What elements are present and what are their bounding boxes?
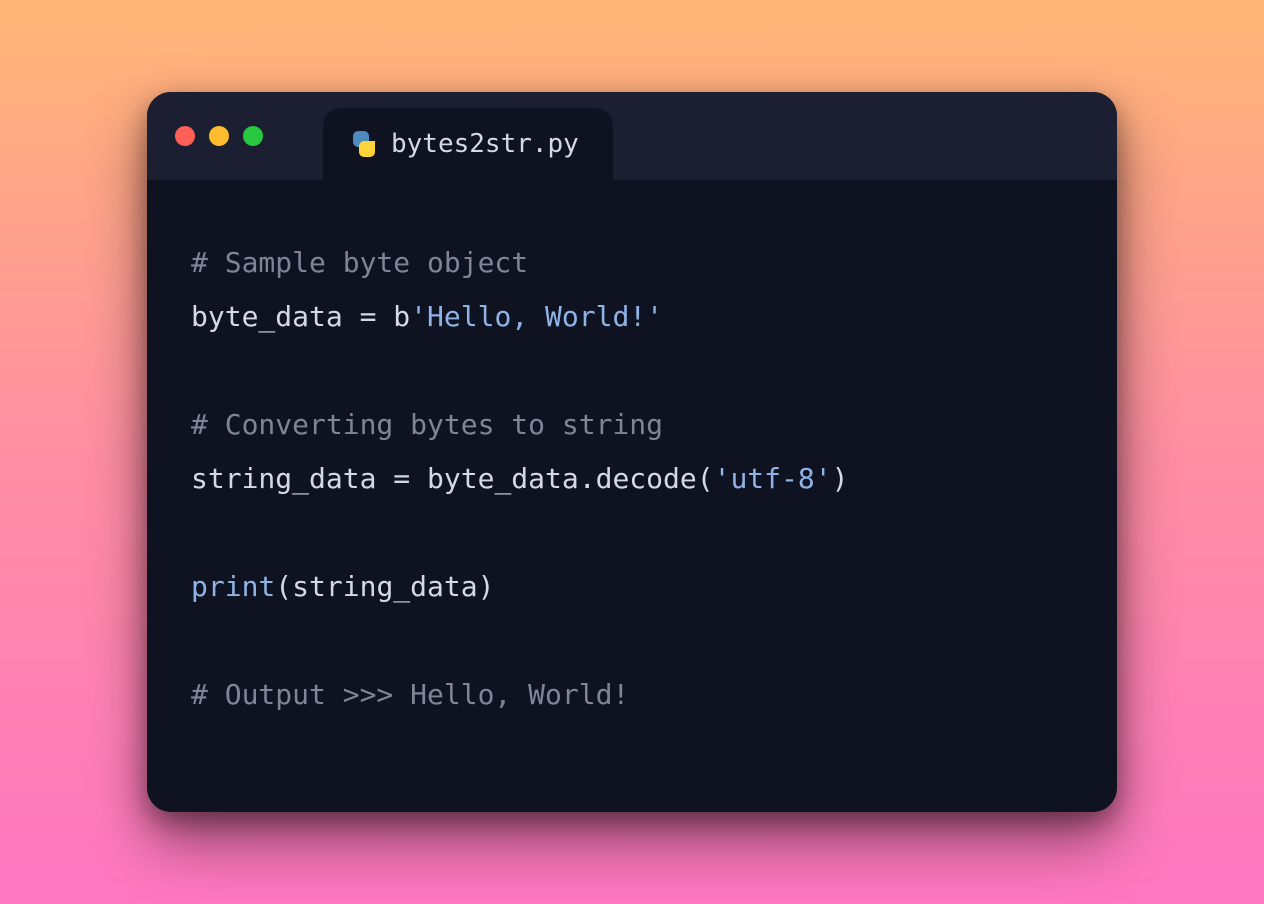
code-string: 'utf-8' [714,462,832,495]
code-builtin-func: print [191,570,275,603]
code-variable: string_data [191,462,393,495]
window-titlebar: bytes2str.py [147,92,1117,180]
code-bytes-prefix: b [376,300,410,333]
minimize-window-button[interactable] [209,126,229,146]
code-comment: # Output >>> Hello, World! [191,678,629,711]
code-editor-window: bytes2str.py # Sample byte object byte_d… [147,92,1117,812]
file-tab-label: bytes2str.py [391,129,579,159]
code-comment: # Sample byte object [191,246,528,279]
code-variable: byte_data [191,300,360,333]
close-window-button[interactable] [175,126,195,146]
code-operator: = [393,462,410,495]
code-string: 'Hello, World!' [410,300,663,333]
code-area[interactable]: # Sample byte object byte_data = b'Hello… [147,180,1117,812]
code-operator: = [360,300,377,333]
traffic-lights [175,126,263,146]
code-call: (string_data) [275,570,494,603]
code-call: ) [832,462,849,495]
code-call: byte_data.decode( [410,462,713,495]
code-comment: # Converting bytes to string [191,408,663,441]
zoom-window-button[interactable] [243,126,263,146]
python-file-icon [351,131,377,157]
file-tab[interactable]: bytes2str.py [323,108,613,180]
